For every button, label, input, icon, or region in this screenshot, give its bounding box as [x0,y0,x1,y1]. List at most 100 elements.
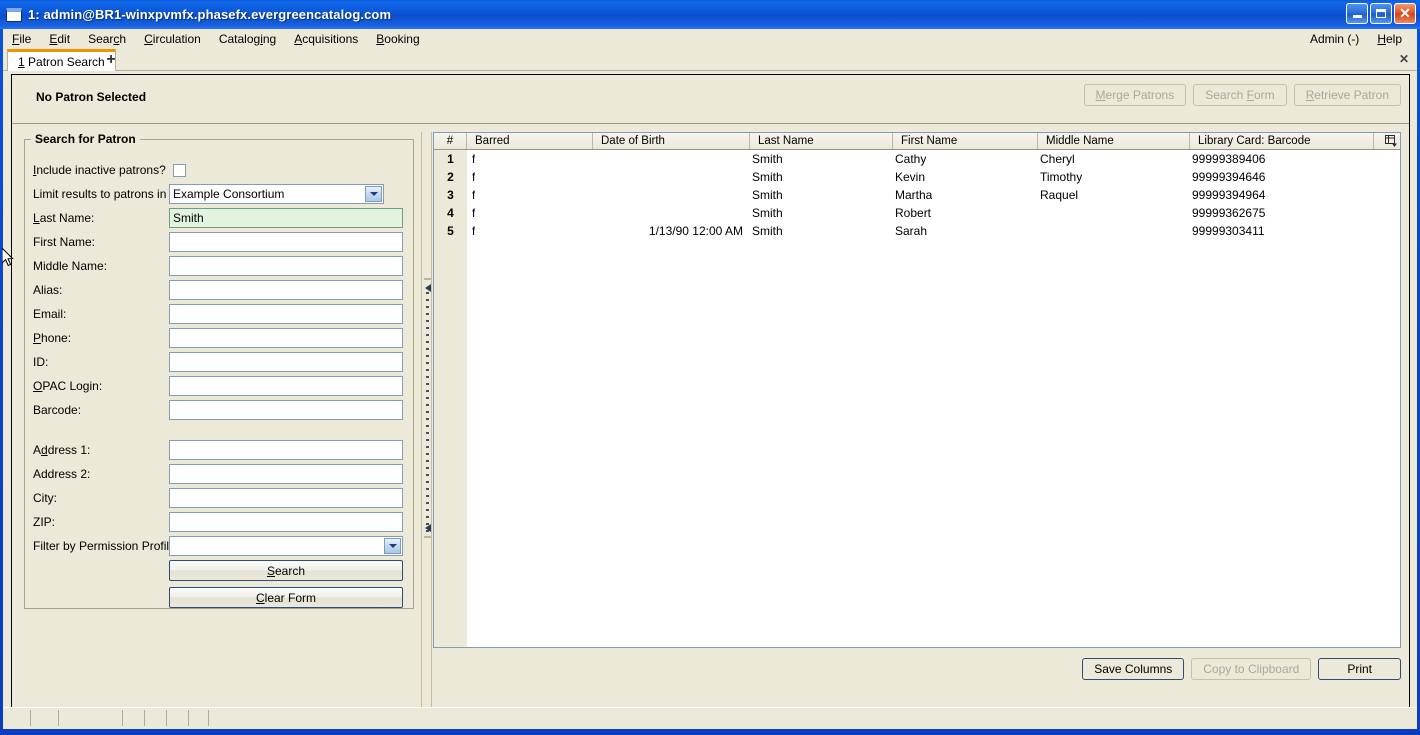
field-label: ID: [33,355,49,369]
client-area: File Edit Search Circulation Cataloging … [3,29,1417,729]
first-name-input[interactable] [169,232,403,252]
permission-profile-select[interactable] [169,536,403,556]
print-button[interactable]: Print [1318,658,1401,680]
alias-input[interactable] [169,280,403,300]
menu-admin[interactable]: Admin (-) [1301,30,1368,48]
menu-search[interactable]: Search [79,30,135,48]
cell-barcode: 99999394646 [1192,170,1266,184]
field-label: Phone: [33,331,72,345]
close-button[interactable]: ✕ [1394,3,1416,24]
field-address-2: Address 2: [25,462,415,486]
field-last-name: Last Name: [25,206,415,230]
column-header-date-of-birth[interactable]: Date of Birth [593,133,750,149]
menu-edit[interactable]: Edit [40,30,79,48]
cell-last-name: Smith [752,170,783,184]
cell-row-number: 5 [447,224,454,238]
patron-results-grid: # Barred Date of Birth Last Name First N… [433,132,1401,648]
field-label: Include inactive patrons? [33,163,166,177]
results-footer-actions: Save Columns Copy to Clipboard Print [1082,658,1401,680]
zip-input[interactable] [169,512,403,532]
field-email: Email: [25,302,415,326]
minimize-button[interactable] [1346,3,1368,24]
patron-header-bar: No Patron Selected Merge Patrons Search … [12,75,1409,124]
results-footer: Save Columns Copy to Clipboard Print [433,652,1401,692]
address-2-input[interactable] [169,464,403,484]
merge-patrons-button[interactable]: Merge Patrons [1083,84,1187,106]
cell-barcode: 99999394964 [1192,188,1266,202]
title-bar: 1: admin@BR1-winxpvmfx.phasefx.evergreen… [0,0,1420,29]
address-1-input[interactable] [169,440,403,460]
menu-help[interactable]: Help [1368,30,1411,48]
clear-form-button[interactable]: Clear Form [169,587,403,608]
table-row[interactable]: 1 f Smith Cathy Cheryl 99999389406 [434,150,1400,168]
field-zip: ZIP: [25,510,415,534]
chevron-down-icon[interactable] [365,186,382,202]
table-row[interactable]: 3 f Smith Martha Raquel 99999394964 [434,186,1400,204]
status-segment-4 [123,710,145,726]
field-label: Alias: [33,283,63,297]
last-name-input[interactable] [169,208,403,228]
tab-patron-search[interactable]: 1 Patron Search [7,49,116,71]
phone-input[interactable] [169,328,403,348]
status-segment-7 [189,710,209,726]
field-label: Middle Name: [33,259,108,273]
search-for-patron-fieldset: Search for Patron Include inactive patro… [24,132,414,609]
grid-header-row: # Barred Date of Birth Last Name First N… [434,133,1400,150]
column-header-barred[interactable]: Barred [467,133,593,149]
grid-body: 1 f Smith Cathy Cheryl 99999389406 2 f S… [434,150,1400,647]
copy-to-clipboard-button[interactable]: Copy to Clipboard [1191,658,1312,680]
opac-login-input[interactable] [169,376,403,396]
menu-acquisitions[interactable]: Acquisitions [285,30,367,48]
splitter-grip[interactable] [426,292,429,532]
table-row[interactable]: 4 f Smith Robert 99999362675 [434,204,1400,222]
column-header-first-name[interactable]: First Name [893,133,1038,149]
include-inactive-checkbox[interactable] [173,163,186,177]
cell-row-number: 2 [447,170,454,184]
email-input[interactable] [169,304,403,324]
cell-barcode: 99999303411 [1192,224,1265,238]
city-input[interactable] [169,488,403,508]
menu-bar: File Edit Search Circulation Cataloging … [3,29,1417,49]
clear-form-button-label: Clear Form [255,590,316,605]
retrieve-patron-button[interactable]: Retrieve Patron [1293,84,1401,106]
table-row[interactable]: 5 f 1/13/90 12:00 AM Smith Sarah 9999930… [434,222,1400,240]
column-header-middle-name[interactable]: Middle Name [1038,133,1190,149]
id-input[interactable] [169,352,403,372]
barcode-input[interactable] [169,400,403,420]
column-picker-icon[interactable] [1374,133,1400,149]
column-header-last-name[interactable]: Last Name [750,133,893,149]
menu-booking[interactable]: Booking [367,30,428,48]
close-tab-icon[interactable]: ✕ [1399,52,1409,66]
status-segment-1 [3,710,31,726]
column-header-library-card-barcode[interactable]: Library Card: Barcode [1190,133,1374,149]
application-window: 1: admin@BR1-winxpvmfx.phasefx.evergreen… [0,0,1420,735]
table-row[interactable]: 2 f Smith Kevin Timothy 99999394646 [434,168,1400,186]
menu-circulation[interactable]: Circulation [135,30,210,48]
new-tab-button[interactable]: + [102,51,120,69]
menu-cataloging[interactable]: Cataloging [210,30,285,48]
column-header-number[interactable]: # [434,133,467,149]
collapse-left-arrow-icon-2[interactable] [424,524,431,532]
results-pane: # Barred Date of Birth Last Name First N… [433,132,1401,717]
middle-name-input[interactable] [169,256,403,276]
close-icon: ✕ [1399,5,1411,21]
field-opac-login: OPAC Login: [25,374,415,398]
splitter-cap-top [424,278,431,280]
chevron-down-icon[interactable] [384,538,401,554]
save-columns-button[interactable]: Save Columns [1082,658,1185,680]
search-button-label: Search [266,563,306,578]
maximize-button[interactable] [1370,3,1392,24]
cell-barred: f [472,224,476,238]
menu-file[interactable]: File [3,30,40,48]
cell-last-name: Smith [752,152,783,166]
field-permission-profile: Filter by Permission Profile: [25,534,415,558]
limit-results-select[interactable]: Example Consortium [169,184,384,204]
field-barcode: Barcode: [25,398,415,422]
cell-row-number: 3 [447,188,454,202]
field-label: Barcode: [33,403,82,417]
pane-splitter[interactable] [421,132,432,717]
search-button[interactable]: Search [169,560,403,581]
search-form-button[interactable]: Search Form [1193,84,1287,106]
collapse-left-arrow-icon[interactable] [424,284,431,292]
cell-barcode: 99999389406 [1192,152,1266,166]
